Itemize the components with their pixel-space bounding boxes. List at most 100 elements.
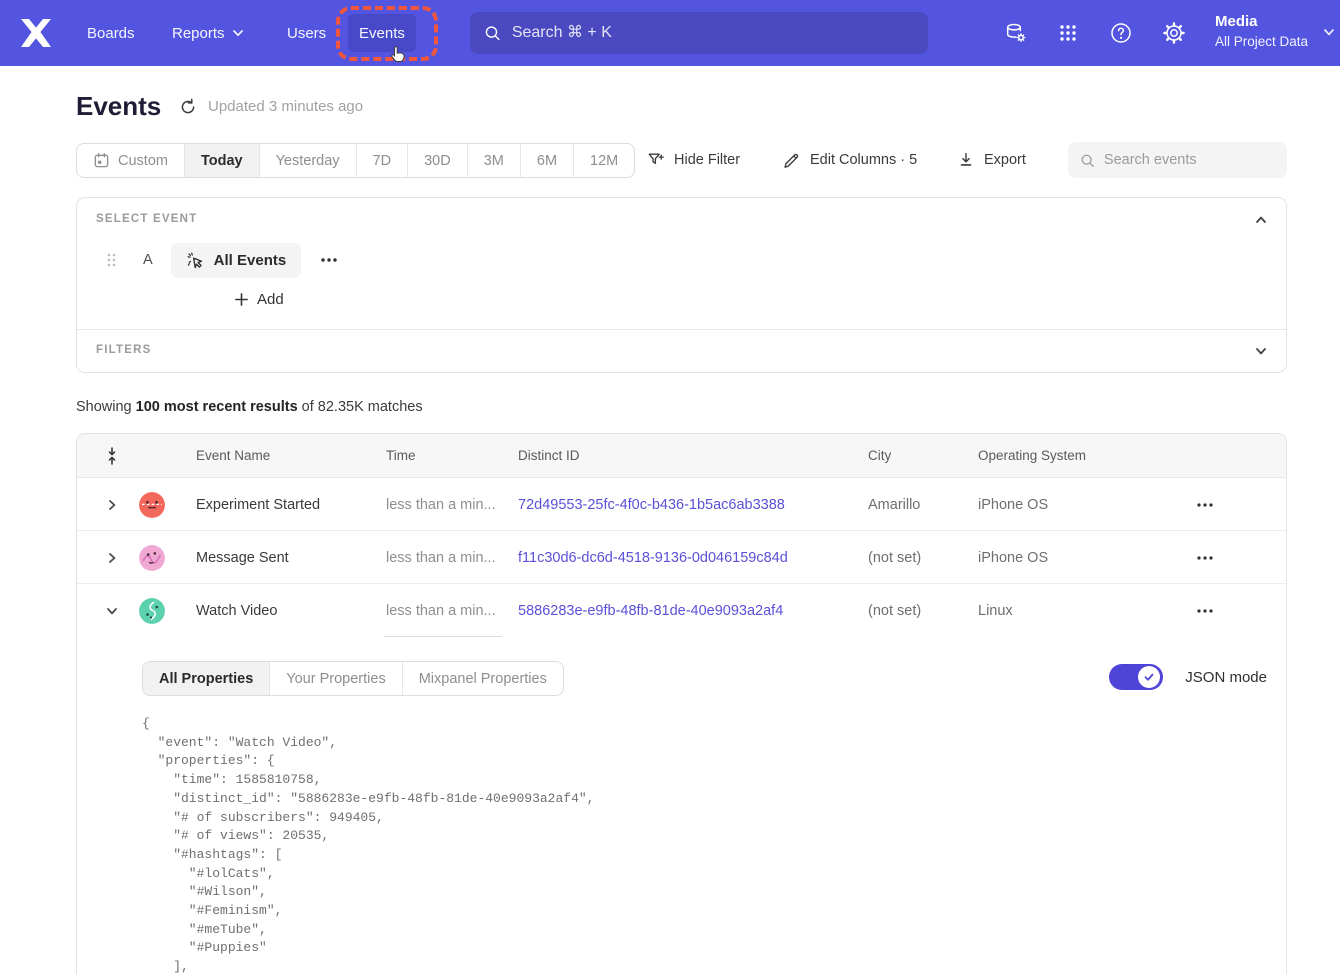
refresh-icon[interactable] [179,98,197,116]
global-search[interactable] [470,12,928,54]
search-icon [1080,152,1095,169]
table-row[interactable]: Experiment Started less than a min... 72… [77,478,1286,531]
drag-handle-icon[interactable] [106,252,117,268]
apps-grid-icon[interactable] [1056,21,1080,45]
tab-your-properties[interactable]: Your Properties [270,662,402,695]
tab-all-properties-label: All Properties [159,671,253,687]
row-more-button[interactable] [1193,493,1217,517]
nav-item-events-label: Events [359,25,405,42]
chevron-down-icon[interactable] [1254,344,1268,358]
time-cell: less than a min... [386,584,518,637]
chevron-up-icon[interactable] [1254,213,1268,227]
date-range-12m-label: 12M [590,153,618,169]
events-search[interactable] [1068,142,1287,178]
table-header-row: Event Name Time Distinct ID City Operati… [77,434,1286,478]
date-range-30d[interactable]: 30D [408,144,468,177]
chevron-down-icon [1322,25,1336,39]
hand-cursor-icon [388,44,409,65]
results-suffix: of 82.35K matches [298,399,423,415]
table-row-expanded[interactable]: Watch Video less than a min... 5886283e-… [77,584,1286,637]
column-header-distinct-id[interactable]: Distinct ID [518,448,868,463]
events-search-input[interactable] [1104,152,1275,168]
project-switcher[interactable]: Media All Project Data [1215,12,1336,51]
sort-updown-icon[interactable] [105,446,119,466]
date-range-picker: Custom Today Yesterday 7D 30D 3M 6M 12M [76,143,635,178]
event-more-button[interactable] [318,249,340,271]
calendar-icon [93,152,110,169]
date-range-12m[interactable]: 12M [574,144,634,177]
query-builder-card: SELECT EVENT A [76,197,1287,373]
results-summary: Showing 100 most recent results of 82.35… [76,399,423,415]
filters-section[interactable]: FILTERS [77,330,1286,373]
date-range-3m[interactable]: 3M [468,144,521,177]
table-row[interactable]: Message Sent less than a min... f11c30d6… [77,531,1286,584]
download-icon [957,151,975,169]
data-management-icon[interactable] [1004,21,1028,45]
os-cell: iPhone OS [978,497,1193,513]
tab-all-properties[interactable]: All Properties [143,662,270,695]
global-search-input[interactable] [512,24,914,42]
nav-item-reports[interactable]: Reports [172,0,244,66]
cursor-click-icon [186,251,205,270]
tab-mixpanel-properties[interactable]: Mixpanel Properties [403,662,563,695]
event-name-cell: Message Sent [196,550,386,566]
date-range-today[interactable]: Today [185,144,260,177]
column-header-event-name[interactable]: Event Name [196,448,386,463]
mixpanel-events-page: Boards Reports Users Events [0,0,1340,974]
os-cell: Linux [978,603,1193,619]
city-cell: Amarillo [868,497,978,513]
nav-item-boards[interactable]: Boards [87,0,135,66]
date-range-yesterday[interactable]: Yesterday [260,144,357,177]
event-row-letter: A [143,252,153,268]
settings-gear-icon[interactable] [1162,21,1186,45]
top-nav: Boards Reports Users Events [0,0,1340,66]
chevron-down-icon [232,27,244,39]
hide-filter-button[interactable]: Hide Filter [647,146,740,174]
tab-your-properties-label: Your Properties [286,671,385,687]
filters-label: FILTERS [96,344,151,356]
distinct-id-link[interactable]: 72d49553-25fc-4f0c-b436-1b5ac6ab3388 [518,497,868,513]
json-mode-toggle[interactable] [1109,664,1163,690]
hide-filter-label: Hide Filter [674,152,740,168]
event-name-cell: Watch Video [196,603,386,619]
check-icon [1143,671,1155,683]
edit-columns-button[interactable]: Edit Columns · 5 [783,146,917,174]
mixpanel-logo-icon[interactable] [20,17,52,49]
column-header-time[interactable]: Time [386,448,518,463]
help-icon[interactable] [1109,21,1133,45]
date-range-6m-label: 6M [537,153,557,169]
chevron-right-icon[interactable] [105,498,119,512]
chevron-right-icon[interactable] [105,551,119,565]
distinct-id-link[interactable]: f11c30d6-dc6d-4518-9136-0d046159c84d [518,550,868,566]
project-name: Media [1215,12,1308,32]
toggle-knob [1138,666,1160,688]
date-range-6m[interactable]: 6M [521,144,574,177]
date-range-7d[interactable]: 7D [357,144,409,177]
select-event-section: SELECT EVENT A [77,198,1286,330]
export-label: Export [984,152,1026,168]
avatar [139,598,165,624]
more-dots-icon [320,257,338,263]
date-range-custom[interactable]: Custom [77,144,185,177]
distinct-id-link[interactable]: 5886283e-e9fb-48fb-81de-40e9093a2af4 [518,603,868,619]
event-selector-chip[interactable]: All Events [171,243,302,278]
nav-item-users-label: Users [287,25,326,42]
json-view: { "event": "Watch Video", "properties": … [142,715,1286,974]
add-event-button[interactable]: Add [234,291,284,308]
export-button[interactable]: Export [957,146,1026,174]
row-more-button[interactable] [1193,599,1217,623]
event-details-panel: All Properties Your Properties Mixpanel … [77,637,1286,974]
tab-mixpanel-properties-label: Mixpanel Properties [419,671,547,687]
project-scope: All Project Data [1215,32,1308,51]
json-mode-control: JSON mode [1109,664,1267,690]
properties-tabs: All Properties Your Properties Mixpanel … [142,661,564,696]
event-name-cell: Experiment Started [196,497,386,513]
nav-item-reports-label: Reports [172,25,225,42]
more-dots-icon [1196,502,1214,508]
row-more-button[interactable] [1193,546,1217,570]
column-header-os[interactable]: Operating System [978,448,1193,463]
chevron-down-icon[interactable] [105,604,119,618]
column-header-city[interactable]: City [868,448,978,463]
date-range-3m-label: 3M [484,153,504,169]
nav-item-users[interactable]: Users [287,0,326,66]
